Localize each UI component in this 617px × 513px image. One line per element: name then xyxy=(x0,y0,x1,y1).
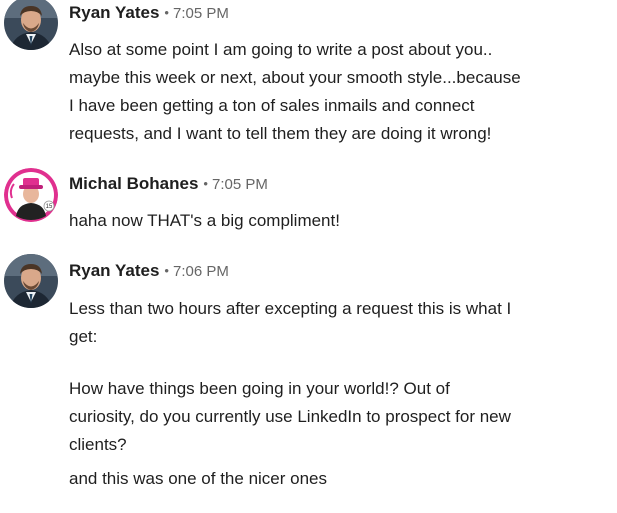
separator-dot: • xyxy=(164,263,169,278)
avatar-ryan-yates[interactable] xyxy=(4,0,58,50)
avatar-badge: 15 xyxy=(46,204,53,210)
separator-dot: • xyxy=(164,5,169,20)
message-time: 7:05 PM xyxy=(211,176,268,193)
message-header: Michal Bohanes • 7:05 PM xyxy=(69,172,268,197)
message-header: Ryan Yates • 7:06 PM xyxy=(69,259,229,284)
message-body: Also at some point I am going to write a… xyxy=(69,36,609,148)
message-time: 7:05 PM xyxy=(172,5,229,22)
message-body: Less than two hours after excepting a re… xyxy=(69,295,609,493)
message-line: Less than two hours after excepting a re… xyxy=(69,299,512,318)
avatar-photo-icon xyxy=(4,254,58,308)
avatar-photo-icon: 15 xyxy=(4,168,58,222)
message-line: haha now THAT's a big compliment! xyxy=(69,211,340,230)
message-line: curiosity, do you currently use LinkedIn… xyxy=(69,407,511,426)
avatar-photo-icon xyxy=(4,0,58,50)
message-line: I have been getting a ton of sales inmai… xyxy=(69,96,475,115)
message-line: clients? xyxy=(69,435,127,454)
message-body: haha now THAT's a big compliment! xyxy=(69,207,609,235)
message-line: and this was one of the nicer ones xyxy=(69,469,327,488)
message-line: How have things been going in your world… xyxy=(69,379,450,398)
avatar-michal-bohanes[interactable]: 15 xyxy=(4,168,58,222)
sender-name[interactable]: Ryan Yates xyxy=(69,261,159,280)
sender-name[interactable]: Michal Bohanes xyxy=(69,174,198,193)
message-line: requests, and I want to tell them they a… xyxy=(69,124,492,143)
message-line: get: xyxy=(69,327,98,346)
sender-name[interactable]: Ryan Yates xyxy=(69,3,159,22)
separator-dot: • xyxy=(203,176,208,191)
avatar-ryan-yates[interactable] xyxy=(4,254,58,308)
message-line: maybe this week or next, about your smoo… xyxy=(69,68,521,87)
message-time: 7:06 PM xyxy=(172,263,229,280)
message-header: Ryan Yates • 7:05 PM xyxy=(69,1,229,26)
message-line: Also at some point I am going to write a… xyxy=(69,40,493,59)
